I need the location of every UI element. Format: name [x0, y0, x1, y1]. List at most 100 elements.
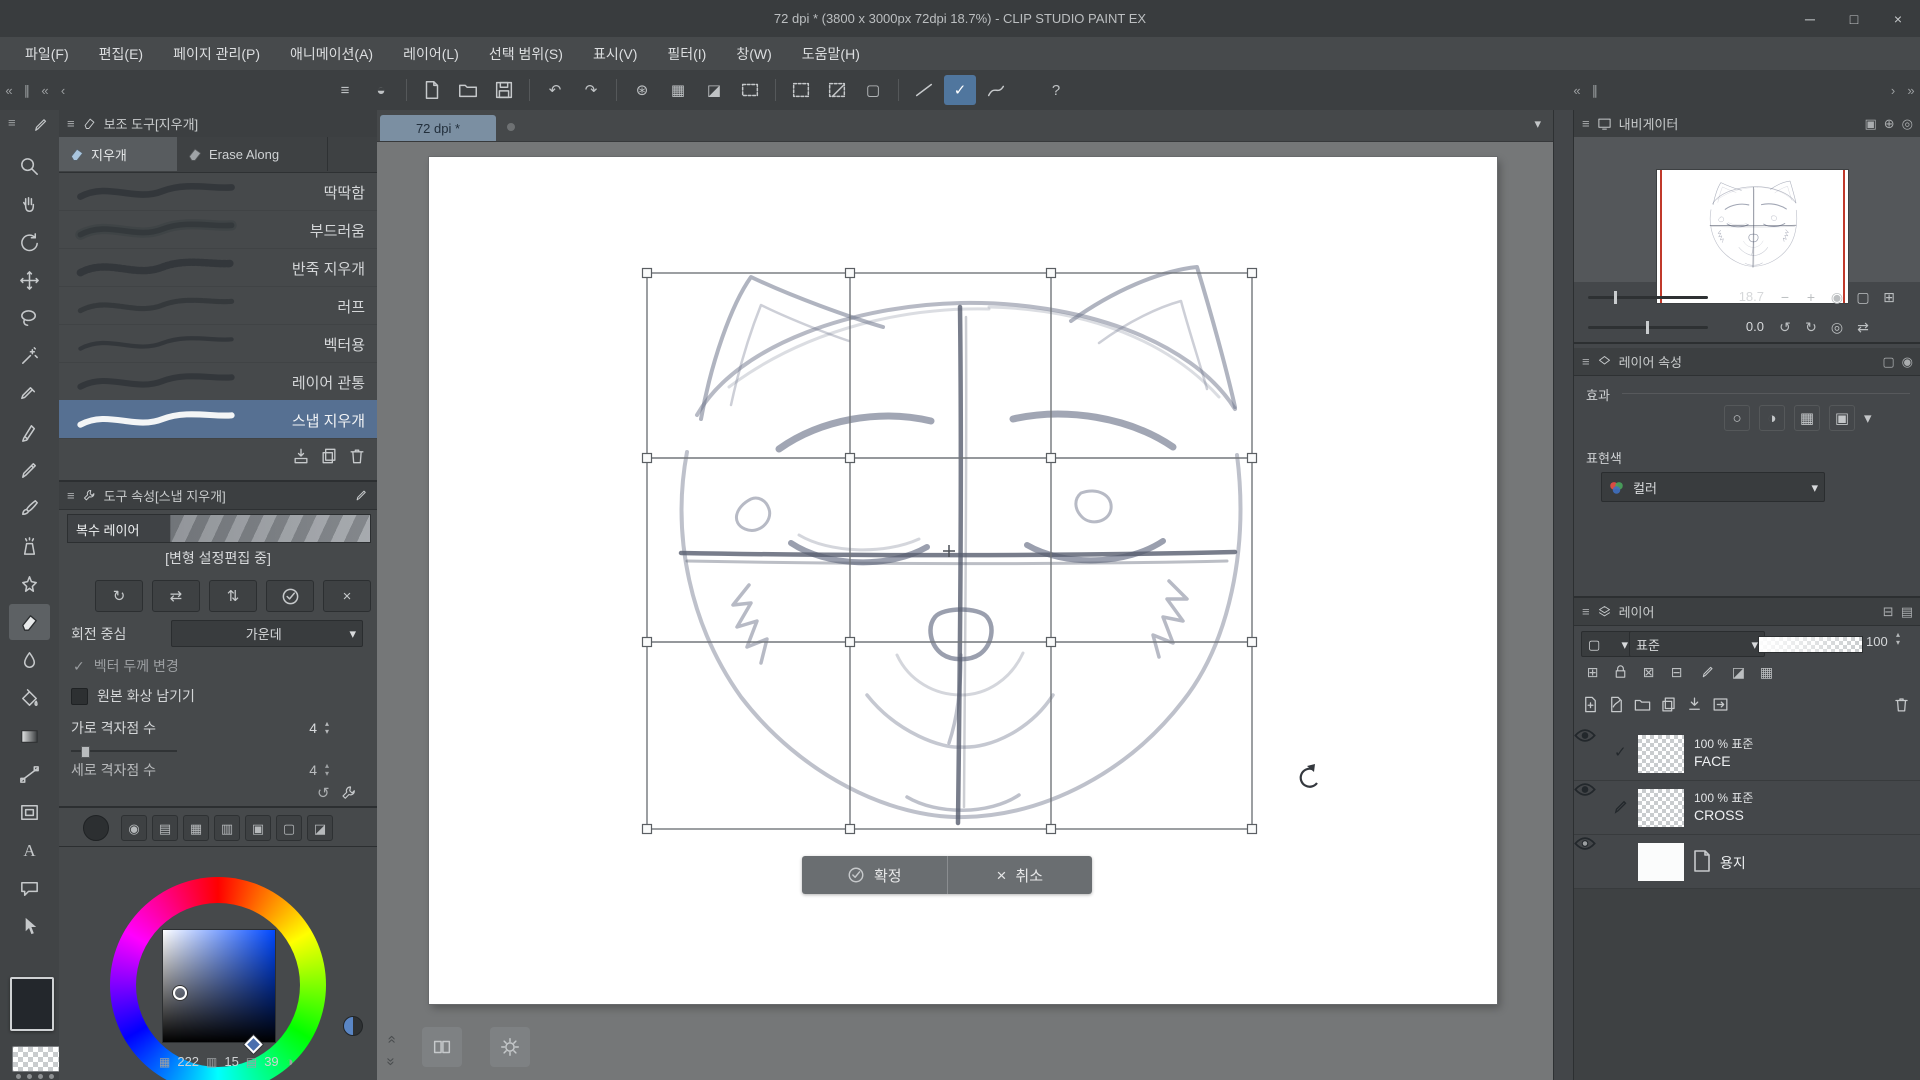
right-dock-grip-icon[interactable]: ∥ — [1586, 84, 1604, 97]
brush-item-soft[interactable]: 부드러움 — [59, 210, 377, 249]
layer-color-icon[interactable]: ◪ — [1727, 665, 1750, 679]
menu-view[interactable]: 표시(V) — [578, 37, 652, 70]
right-dock-expand-icon[interactable]: › — [1884, 84, 1902, 97]
keep-original-checkbox-row[interactable]: 원본 화상 남기기 — [71, 686, 195, 706]
clip-at-layer-icon[interactable]: ⊞ — [1581, 665, 1604, 679]
brush-tool-button[interactable] — [9, 490, 50, 526]
expression-color-dropdown[interactable]: 컬러 ▾ — [1601, 472, 1825, 502]
menu-animation[interactable]: 애니메이션(A) — [275, 37, 388, 70]
brush-item-kneaded[interactable]: 반죽 지우개 — [59, 248, 377, 287]
auto-select-tool-button[interactable] — [9, 338, 50, 374]
eye-icon[interactable] — [1574, 836, 1596, 851]
flip-vertical-button[interactable]: ⇅ — [209, 580, 257, 612]
move-layer-tool-button[interactable] — [9, 262, 50, 298]
navigator-info-icon[interactable]: ◎ — [1902, 117, 1913, 130]
save-button[interactable] — [488, 75, 520, 105]
grid-h-stepper[interactable]: ▴ ▾ — [325, 720, 329, 736]
eye-icon[interactable] — [1574, 728, 1596, 743]
layer-row-cross[interactable]: 100 % 표준 CROSS — [1574, 782, 1920, 835]
rotate-handle-button[interactable]: ↻ — [95, 580, 143, 612]
operation-tool-button[interactable] — [9, 908, 50, 944]
cancel-transform-button[interactable]: × — [323, 580, 371, 612]
frame-border-tool-button[interactable] — [9, 794, 50, 830]
canvas-settings-button[interactable] — [490, 1027, 530, 1067]
fill-tool-button[interactable] — [9, 680, 50, 716]
effect-halftone-icon[interactable]: ▦ — [1794, 405, 1820, 431]
color-picker-mode-icon[interactable]: ◑ — [286, 1055, 294, 1068]
zoom-in-icon[interactable]: + — [1798, 285, 1824, 309]
delete-button[interactable]: ⊛ — [626, 75, 658, 105]
import-subtool-icon[interactable] — [291, 446, 311, 466]
zoom-out-icon[interactable]: − — [1772, 285, 1798, 309]
lock-transparent-icon[interactable]: ⊠ — [1637, 665, 1660, 679]
set-draft-icon[interactable] — [1693, 664, 1722, 680]
new-vector-layer-icon[interactable] — [1607, 695, 1626, 714]
tool-strip-edit-icon[interactable] — [32, 116, 50, 134]
zoom-slider-thumb[interactable] — [1614, 291, 1617, 304]
enable-mask-icon[interactable]: ⊟ — [1665, 665, 1688, 679]
layer-row-face[interactable]: ✓ 100 % 표준 FACE — [1574, 728, 1920, 781]
quick-icon-4[interactable]: ▥ — [214, 815, 240, 841]
grid-h-slider-thumb[interactable] — [81, 746, 90, 758]
menu-filter[interactable]: 필터(I) — [652, 37, 721, 70]
rotation-center-dropdown[interactable]: 가운데 ▾ — [171, 620, 363, 647]
transfer-layer-icon[interactable] — [1711, 695, 1730, 714]
lock-layer-icon[interactable] — [1609, 663, 1632, 680]
quick-icon-3[interactable]: ▦ — [183, 815, 209, 841]
decoration-tool-button[interactable] — [9, 566, 50, 602]
quick-icon-6[interactable]: ▢ — [276, 815, 302, 841]
vector-thickness-checkbox-row[interactable]: ✓ 벡터 두께 변경 — [73, 656, 179, 676]
snap-special-ruler-button[interactable]: ✓ — [944, 75, 976, 105]
menu-edit[interactable]: 편집(E) — [84, 37, 158, 70]
select-rect-button[interactable] — [785, 75, 817, 105]
merge-down-icon[interactable] — [1685, 695, 1704, 714]
brush-item-vector[interactable]: 벡터용 — [59, 324, 377, 363]
clip-studio-button[interactable]: ◒ — [365, 75, 397, 105]
menu-selection[interactable]: 선택 범위(S) — [474, 37, 578, 70]
quick-icon-2[interactable]: ▤ — [152, 815, 178, 841]
layer-thumbnail[interactable] — [1638, 735, 1684, 773]
dock-collapse-icon[interactable]: « — [0, 84, 18, 97]
trash-icon[interactable] — [347, 446, 367, 466]
figure-tool-button[interactable] — [9, 756, 50, 792]
rotate-slider-thumb[interactable] — [1646, 321, 1649, 334]
duplicate-layer-icon[interactable] — [1659, 695, 1678, 714]
new-raster-layer-icon[interactable] — [1581, 695, 1600, 714]
blend-tool-button[interactable] — [9, 642, 50, 678]
deselect-button[interactable] — [821, 75, 853, 105]
snap-guide-button[interactable] — [980, 75, 1012, 105]
hand-tool-button[interactable] — [9, 186, 50, 222]
grid-v-value[interactable]: 4 — [295, 762, 317, 778]
minimize-button[interactable]: ─ — [1788, 0, 1832, 37]
rotate-ccw-icon[interactable]: ↺ — [1772, 315, 1798, 339]
open-file-button[interactable] — [452, 75, 484, 105]
tool-property-edit-icon[interactable] — [354, 488, 369, 503]
maximize-button[interactable]: □ — [1832, 0, 1876, 37]
effect-tone-icon[interactable]: ◑ — [1759, 405, 1785, 431]
paper-thumbnail[interactable] — [1638, 843, 1684, 881]
rotate-cw-icon[interactable]: ↻ — [1798, 315, 1824, 339]
airbrush-tool-button[interactable] — [9, 528, 50, 564]
eraser-tool-button[interactable] — [9, 604, 50, 640]
right-dock-collapse-icon[interactable]: « — [1568, 84, 1586, 97]
effect-more-icon[interactable]: ▾ — [1864, 411, 1872, 426]
transparent-color-swatch[interactable] — [12, 1046, 62, 1072]
new-folder-icon[interactable] — [1633, 695, 1652, 714]
blend-mode-dropdown[interactable]: 표준 ▾ — [1629, 631, 1765, 657]
navigator-target-icon[interactable]: ⊕ — [1884, 117, 1895, 130]
redo-button[interactable]: ↷ — [575, 75, 607, 105]
flip-horizontal-button[interactable]: ⇄ — [152, 580, 200, 612]
navigator-window-icon[interactable]: ▣ — [1864, 117, 1876, 130]
brush-item-rough[interactable]: 러프 — [59, 286, 377, 325]
color-mode-circle-button[interactable] — [343, 1016, 363, 1036]
menu-window[interactable]: 창(W) — [721, 37, 786, 70]
quick-icon-7[interactable]: ◪ — [307, 815, 333, 841]
tool-property-menu-icon[interactable]: ≡ — [67, 489, 75, 502]
balloon-tool-button[interactable] — [9, 870, 50, 906]
brush-item-snap-eraser[interactable]: 스냅 지우개 — [59, 400, 377, 439]
dock-collapse2-icon[interactable]: « — [36, 84, 54, 97]
main-menu-button[interactable]: ≡ — [329, 75, 361, 105]
sat-value[interactable]: 15 — [224, 1054, 238, 1069]
rotate-canvas-tool-button[interactable] — [9, 224, 50, 260]
quick-icon-1[interactable]: ◉ — [121, 815, 147, 841]
